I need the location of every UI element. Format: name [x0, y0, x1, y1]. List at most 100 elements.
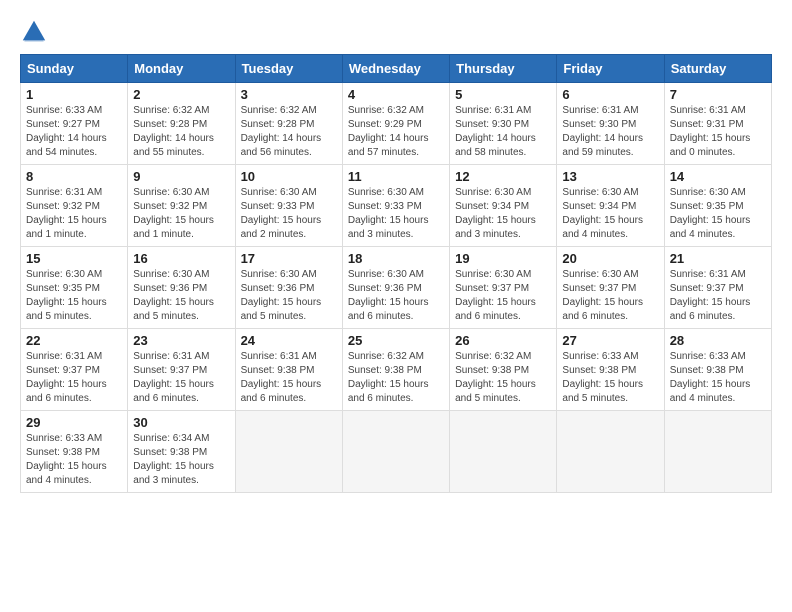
- calendar-cell: 4 Sunrise: 6:32 AMSunset: 9:29 PMDayligh…: [342, 83, 449, 165]
- day-header-monday: Monday: [128, 55, 235, 83]
- calendar-cell: 10 Sunrise: 6:30 AMSunset: 9:33 PMDaylig…: [235, 165, 342, 247]
- day-info: Sunrise: 6:31 AMSunset: 9:37 PMDaylight:…: [670, 268, 766, 324]
- day-header-sunday: Sunday: [21, 55, 128, 83]
- day-info: Sunrise: 6:30 AMSunset: 9:37 PMDaylight:…: [455, 268, 551, 324]
- day-info: Sunrise: 6:31 AMSunset: 9:37 PMDaylight:…: [26, 350, 122, 406]
- day-info: Sunrise: 6:30 AMSunset: 9:35 PMDaylight:…: [670, 186, 766, 242]
- week-row-4: 15 Sunrise: 6:30 AMSunset: 9:35 PMDaylig…: [21, 247, 772, 329]
- day-info: Sunrise: 6:31 AMSunset: 9:31 PMDaylight:…: [670, 104, 766, 160]
- calendar-cell: 30 Sunrise: 6:34 AMSunset: 9:38 PMDaylig…: [128, 411, 235, 493]
- day-header-tuesday: Tuesday: [235, 55, 342, 83]
- calendar-cell: 8 Sunrise: 6:31 AMSunset: 9:32 PMDayligh…: [21, 165, 128, 247]
- day-number: 29: [26, 415, 122, 430]
- day-number: 13: [562, 169, 658, 184]
- calendar-cell: 12 Sunrise: 6:30 AMSunset: 9:34 PMDaylig…: [450, 165, 557, 247]
- day-info: Sunrise: 6:31 AMSunset: 9:30 PMDaylight:…: [562, 104, 658, 160]
- day-info: Sunrise: 6:33 AMSunset: 9:38 PMDaylight:…: [670, 350, 766, 406]
- day-number: 23: [133, 333, 229, 348]
- day-header-thursday: Thursday: [450, 55, 557, 83]
- day-number: 27: [562, 333, 658, 348]
- calendar-cell: 22 Sunrise: 6:31 AMSunset: 9:37 PMDaylig…: [21, 329, 128, 411]
- day-info: Sunrise: 6:33 AMSunset: 9:27 PMDaylight:…: [26, 104, 122, 160]
- day-number: 1: [26, 87, 122, 102]
- day-number: 22: [26, 333, 122, 348]
- day-number: 18: [348, 251, 444, 266]
- calendar-cell: 3 Sunrise: 6:32 AMSunset: 9:28 PMDayligh…: [235, 83, 342, 165]
- day-number: 12: [455, 169, 551, 184]
- day-number: 4: [348, 87, 444, 102]
- calendar-cell: 24 Sunrise: 6:31 AMSunset: 9:38 PMDaylig…: [235, 329, 342, 411]
- day-number: 16: [133, 251, 229, 266]
- day-info: Sunrise: 6:32 AMSunset: 9:38 PMDaylight:…: [455, 350, 551, 406]
- calendar-cell: 6 Sunrise: 6:31 AMSunset: 9:30 PMDayligh…: [557, 83, 664, 165]
- day-header-friday: Friday: [557, 55, 664, 83]
- calendar-cell: 9 Sunrise: 6:30 AMSunset: 9:32 PMDayligh…: [128, 165, 235, 247]
- calendar-cell: 20 Sunrise: 6:30 AMSunset: 9:37 PMDaylig…: [557, 247, 664, 329]
- calendar-cell: [664, 411, 771, 493]
- day-number: 5: [455, 87, 551, 102]
- page: SundayMondayTuesdayWednesdayThursdayFrid…: [0, 0, 792, 612]
- day-number: 15: [26, 251, 122, 266]
- calendar-cell: 29 Sunrise: 6:33 AMSunset: 9:38 PMDaylig…: [21, 411, 128, 493]
- day-number: 9: [133, 169, 229, 184]
- day-info: Sunrise: 6:30 AMSunset: 9:36 PMDaylight:…: [241, 268, 337, 324]
- calendar-cell: [450, 411, 557, 493]
- day-info: Sunrise: 6:32 AMSunset: 9:38 PMDaylight:…: [348, 350, 444, 406]
- calendar-cell: 15 Sunrise: 6:30 AMSunset: 9:35 PMDaylig…: [21, 247, 128, 329]
- calendar-cell: 7 Sunrise: 6:31 AMSunset: 9:31 PMDayligh…: [664, 83, 771, 165]
- calendar-cell: 25 Sunrise: 6:32 AMSunset: 9:38 PMDaylig…: [342, 329, 449, 411]
- day-number: 11: [348, 169, 444, 184]
- day-number: 19: [455, 251, 551, 266]
- calendar-cell: 2 Sunrise: 6:32 AMSunset: 9:28 PMDayligh…: [128, 83, 235, 165]
- calendar-cell: 18 Sunrise: 6:30 AMSunset: 9:36 PMDaylig…: [342, 247, 449, 329]
- day-number: 3: [241, 87, 337, 102]
- day-number: 2: [133, 87, 229, 102]
- day-info: Sunrise: 6:34 AMSunset: 9:38 PMDaylight:…: [133, 432, 229, 488]
- day-header-wednesday: Wednesday: [342, 55, 449, 83]
- calendar-cell: [235, 411, 342, 493]
- day-number: 28: [670, 333, 766, 348]
- calendar-cell: 17 Sunrise: 6:30 AMSunset: 9:36 PMDaylig…: [235, 247, 342, 329]
- day-info: Sunrise: 6:30 AMSunset: 9:34 PMDaylight:…: [455, 186, 551, 242]
- logo-icon: [20, 18, 48, 46]
- calendar-cell: 26 Sunrise: 6:32 AMSunset: 9:38 PMDaylig…: [450, 329, 557, 411]
- day-info: Sunrise: 6:33 AMSunset: 9:38 PMDaylight:…: [562, 350, 658, 406]
- day-info: Sunrise: 6:31 AMSunset: 9:30 PMDaylight:…: [455, 104, 551, 160]
- day-info: Sunrise: 6:30 AMSunset: 9:36 PMDaylight:…: [133, 268, 229, 324]
- day-info: Sunrise: 6:33 AMSunset: 9:38 PMDaylight:…: [26, 432, 122, 488]
- day-info: Sunrise: 6:32 AMSunset: 9:28 PMDaylight:…: [133, 104, 229, 160]
- header: [20, 18, 772, 46]
- day-number: 21: [670, 251, 766, 266]
- day-info: Sunrise: 6:30 AMSunset: 9:34 PMDaylight:…: [562, 186, 658, 242]
- day-number: 14: [670, 169, 766, 184]
- day-info: Sunrise: 6:32 AMSunset: 9:29 PMDaylight:…: [348, 104, 444, 160]
- calendar-cell: 1 Sunrise: 6:33 AMSunset: 9:27 PMDayligh…: [21, 83, 128, 165]
- week-row-6: 29 Sunrise: 6:33 AMSunset: 9:38 PMDaylig…: [21, 411, 772, 493]
- day-info: Sunrise: 6:31 AMSunset: 9:37 PMDaylight:…: [133, 350, 229, 406]
- day-number: 8: [26, 169, 122, 184]
- calendar-table: SundayMondayTuesdayWednesdayThursdayFrid…: [20, 54, 772, 493]
- day-header-saturday: Saturday: [664, 55, 771, 83]
- week-row-2: 1 Sunrise: 6:33 AMSunset: 9:27 PMDayligh…: [21, 83, 772, 165]
- week-row-3: 8 Sunrise: 6:31 AMSunset: 9:32 PMDayligh…: [21, 165, 772, 247]
- calendar-cell: 11 Sunrise: 6:30 AMSunset: 9:33 PMDaylig…: [342, 165, 449, 247]
- day-info: Sunrise: 6:32 AMSunset: 9:28 PMDaylight:…: [241, 104, 337, 160]
- calendar-cell: 16 Sunrise: 6:30 AMSunset: 9:36 PMDaylig…: [128, 247, 235, 329]
- calendar-cell: 5 Sunrise: 6:31 AMSunset: 9:30 PMDayligh…: [450, 83, 557, 165]
- day-info: Sunrise: 6:30 AMSunset: 9:33 PMDaylight:…: [241, 186, 337, 242]
- calendar-cell: [342, 411, 449, 493]
- calendar-cell: 19 Sunrise: 6:30 AMSunset: 9:37 PMDaylig…: [450, 247, 557, 329]
- calendar-cell: 14 Sunrise: 6:30 AMSunset: 9:35 PMDaylig…: [664, 165, 771, 247]
- day-info: Sunrise: 6:30 AMSunset: 9:32 PMDaylight:…: [133, 186, 229, 242]
- logo: [20, 18, 52, 46]
- day-number: 10: [241, 169, 337, 184]
- day-info: Sunrise: 6:30 AMSunset: 9:35 PMDaylight:…: [26, 268, 122, 324]
- day-number: 30: [133, 415, 229, 430]
- calendar-cell: 27 Sunrise: 6:33 AMSunset: 9:38 PMDaylig…: [557, 329, 664, 411]
- week-row-5: 22 Sunrise: 6:31 AMSunset: 9:37 PMDaylig…: [21, 329, 772, 411]
- calendar-header-row: SundayMondayTuesdayWednesdayThursdayFrid…: [21, 55, 772, 83]
- day-number: 17: [241, 251, 337, 266]
- day-number: 25: [348, 333, 444, 348]
- day-number: 6: [562, 87, 658, 102]
- calendar-cell: 28 Sunrise: 6:33 AMSunset: 9:38 PMDaylig…: [664, 329, 771, 411]
